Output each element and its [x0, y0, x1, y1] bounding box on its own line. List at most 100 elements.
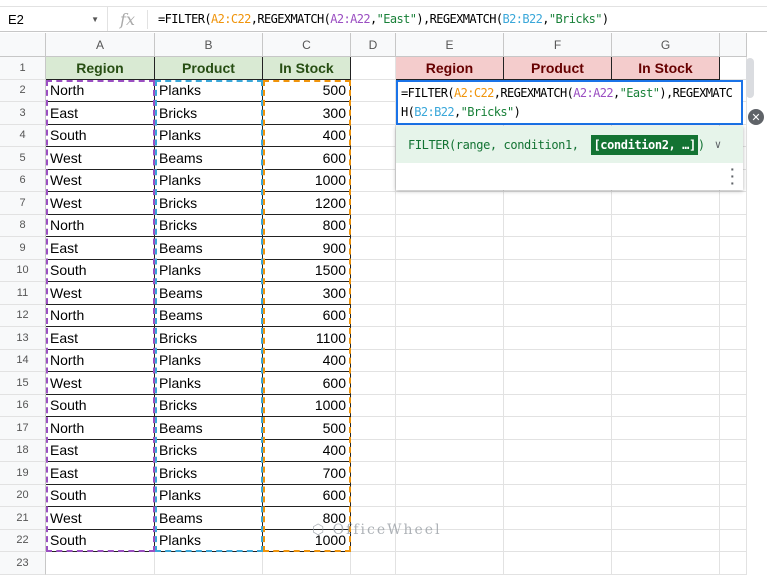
- cell[interactable]: [46, 552, 155, 575]
- row-header-21[interactable]: 21: [0, 507, 46, 530]
- region-cell[interactable]: West: [46, 169, 155, 192]
- product-cell[interactable]: Beams: [155, 237, 263, 260]
- cell[interactable]: [612, 507, 720, 530]
- product-cell[interactable]: Beams: [155, 417, 263, 440]
- product-cell[interactable]: Beams: [155, 304, 263, 327]
- cell[interactable]: [351, 372, 396, 395]
- header-in-stock[interactable]: In Stock: [263, 57, 351, 80]
- column-header-E[interactable]: E: [396, 33, 504, 57]
- cell[interactable]: [612, 214, 720, 237]
- cell[interactable]: [612, 282, 720, 305]
- cell[interactable]: [720, 417, 747, 440]
- cell[interactable]: [612, 552, 720, 575]
- cell[interactable]: [351, 214, 396, 237]
- cell[interactable]: [612, 372, 720, 395]
- cell[interactable]: [720, 304, 747, 327]
- cell[interactable]: [351, 304, 396, 327]
- cell[interactable]: [504, 439, 612, 462]
- cell[interactable]: [504, 462, 612, 485]
- result-header-region[interactable]: Region: [396, 57, 504, 80]
- cell[interactable]: [720, 372, 747, 395]
- row-header-16[interactable]: 16: [0, 394, 46, 417]
- stock-cell[interactable]: 700: [263, 462, 351, 485]
- column-header-D[interactable]: D: [351, 33, 396, 57]
- cell[interactable]: [396, 214, 504, 237]
- row-header-8[interactable]: 8: [0, 214, 46, 237]
- cell[interactable]: [720, 484, 747, 507]
- cell[interactable]: [351, 124, 396, 147]
- stock-cell[interactable]: 400: [263, 349, 351, 372]
- row-header-18[interactable]: 18: [0, 439, 46, 462]
- region-cell[interactable]: South: [46, 259, 155, 282]
- region-cell[interactable]: East: [46, 102, 155, 125]
- row-header-15[interactable]: 15: [0, 372, 46, 395]
- cell[interactable]: [396, 417, 504, 440]
- cell[interactable]: [351, 282, 396, 305]
- row-header-22[interactable]: 22: [0, 529, 46, 552]
- stock-cell[interactable]: 400: [263, 439, 351, 462]
- row-header-7[interactable]: 7: [0, 192, 46, 215]
- cell[interactable]: [612, 304, 720, 327]
- cell[interactable]: [504, 394, 612, 417]
- region-cell[interactable]: North: [46, 304, 155, 327]
- region-cell[interactable]: West: [46, 282, 155, 305]
- cell[interactable]: [155, 552, 263, 575]
- stock-cell[interactable]: 1100: [263, 327, 351, 350]
- product-cell[interactable]: Beams: [155, 282, 263, 305]
- cell[interactable]: [504, 214, 612, 237]
- cell[interactable]: [351, 327, 396, 350]
- cell[interactable]: [504, 192, 612, 215]
- column-header-F[interactable]: F: [504, 33, 612, 57]
- column-header-A[interactable]: A: [46, 33, 155, 57]
- header-product[interactable]: Product: [155, 57, 263, 80]
- product-cell[interactable]: Bricks: [155, 192, 263, 215]
- cell[interactable]: [396, 394, 504, 417]
- cell[interactable]: [504, 304, 612, 327]
- cell[interactable]: [396, 237, 504, 260]
- region-cell[interactable]: West: [46, 372, 155, 395]
- region-cell[interactable]: East: [46, 439, 155, 462]
- product-cell[interactable]: Bricks: [155, 462, 263, 485]
- product-cell[interactable]: Bricks: [155, 394, 263, 417]
- row-header-5[interactable]: 5: [0, 147, 46, 170]
- cell[interactable]: [720, 507, 747, 530]
- product-cell[interactable]: Bricks: [155, 102, 263, 125]
- cell[interactable]: [612, 417, 720, 440]
- stock-cell[interactable]: 800: [263, 214, 351, 237]
- cell[interactable]: [612, 484, 720, 507]
- cell[interactable]: [351, 192, 396, 215]
- stock-cell[interactable]: 600: [263, 484, 351, 507]
- cell[interactable]: [396, 327, 504, 350]
- cell[interactable]: [504, 327, 612, 350]
- cell[interactable]: [504, 507, 612, 530]
- product-cell[interactable]: Planks: [155, 372, 263, 395]
- region-cell[interactable]: North: [46, 349, 155, 372]
- region-cell[interactable]: East: [46, 462, 155, 485]
- cell[interactable]: [612, 439, 720, 462]
- cell[interactable]: [612, 192, 720, 215]
- cell[interactable]: [504, 529, 612, 552]
- cell[interactable]: [504, 552, 612, 575]
- cell[interactable]: [720, 192, 747, 215]
- cell[interactable]: [351, 147, 396, 170]
- row-header-14[interactable]: 14: [0, 349, 46, 372]
- cell[interactable]: [720, 214, 747, 237]
- row-header-19[interactable]: 19: [0, 462, 46, 485]
- row-header-11[interactable]: 11: [0, 282, 46, 305]
- product-cell[interactable]: Planks: [155, 529, 263, 552]
- product-cell[interactable]: Beams: [155, 147, 263, 170]
- stock-cell[interactable]: 600: [263, 372, 351, 395]
- cell[interactable]: [612, 394, 720, 417]
- cell[interactable]: [351, 259, 396, 282]
- stock-cell[interactable]: 500: [263, 79, 351, 102]
- product-cell[interactable]: Planks: [155, 259, 263, 282]
- region-cell[interactable]: South: [46, 394, 155, 417]
- product-cell[interactable]: Planks: [155, 349, 263, 372]
- cell[interactable]: [504, 484, 612, 507]
- row-header-17[interactable]: 17: [0, 417, 46, 440]
- vertical-scrollbar[interactable]: [746, 58, 754, 98]
- cell[interactable]: [396, 282, 504, 305]
- region-cell[interactable]: South: [46, 484, 155, 507]
- column-header-C[interactable]: C: [263, 33, 351, 57]
- stock-cell[interactable]: 600: [263, 304, 351, 327]
